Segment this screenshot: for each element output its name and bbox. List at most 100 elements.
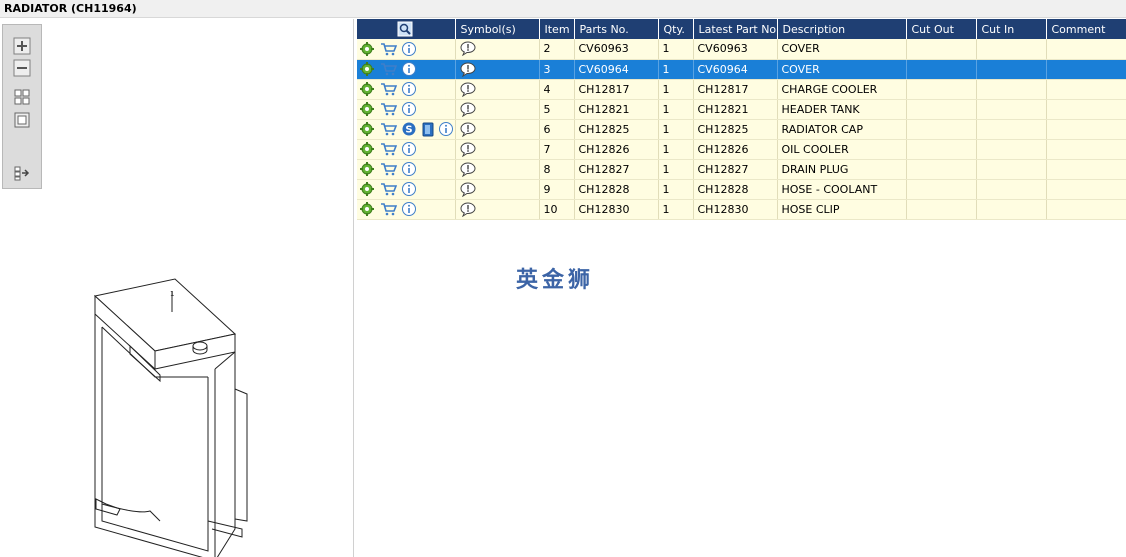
gear-icon[interactable] xyxy=(360,202,374,216)
cell-description: OIL COOLER xyxy=(777,139,907,160)
cell-parts-no[interactable]: CV60963 xyxy=(574,39,659,60)
header-item[interactable]: Item xyxy=(539,19,575,39)
header-comment[interactable]: Comment xyxy=(1046,19,1126,39)
cell-latest-part-no[interactable]: CH12825 xyxy=(693,119,778,140)
header-cut-out[interactable]: Cut Out xyxy=(906,19,977,39)
comment-bubble-icon[interactable] xyxy=(459,201,476,217)
cell-cut-out xyxy=(906,99,977,120)
table-row[interactable]: 9 CH12828 1 CH12828 HOSE - COOLANT xyxy=(357,179,1126,200)
cart-icon[interactable] xyxy=(380,162,397,176)
header-search[interactable] xyxy=(357,19,456,39)
info-icon[interactable] xyxy=(402,202,416,216)
cell-latest-part-no[interactable]: CH12828 xyxy=(693,179,778,200)
info-icon[interactable] xyxy=(402,82,416,96)
table-row[interactable]: S 6 CH12825 1 CH12825 RADIATOR CAP xyxy=(357,119,1126,140)
info-icon[interactable] xyxy=(402,142,416,156)
layout-toggle-icon[interactable] xyxy=(13,164,31,182)
table-row[interactable]: 5 CH12821 1 CH12821 HEADER TANK xyxy=(357,99,1126,120)
header-description[interactable]: Description xyxy=(777,19,907,39)
comment-bubble-icon[interactable] xyxy=(459,161,476,177)
info-icon[interactable] xyxy=(439,122,453,136)
cell-parts-no[interactable]: CH12828 xyxy=(574,179,659,200)
cart-icon[interactable] xyxy=(380,122,397,136)
callout-label: 1 xyxy=(170,290,174,298)
gear-icon[interactable] xyxy=(360,162,374,176)
table-row[interactable]: 7 CH12826 1 CH12826 OIL COOLER xyxy=(357,139,1126,160)
cell-latest-part-no[interactable]: CH12821 xyxy=(693,99,778,120)
cell-parts-no[interactable]: CH12826 xyxy=(574,139,659,160)
cell-parts-no[interactable]: CH12821 xyxy=(574,99,659,120)
cell-cut-out xyxy=(906,199,977,220)
row-symbols xyxy=(455,199,540,220)
gear-icon[interactable] xyxy=(360,82,374,96)
gear-icon[interactable] xyxy=(360,41,374,56)
info-icon[interactable] xyxy=(402,102,416,116)
document-icon[interactable] xyxy=(422,122,434,137)
gear-icon[interactable] xyxy=(360,102,374,116)
cart-icon[interactable] xyxy=(380,142,397,156)
comment-bubble-icon[interactable] xyxy=(459,141,476,157)
row-actions: S xyxy=(357,119,456,140)
cart-icon[interactable] xyxy=(380,202,397,216)
supersession-icon[interactable]: S xyxy=(402,122,416,136)
gear-icon[interactable] xyxy=(360,182,374,196)
comment-bubble-icon[interactable] xyxy=(459,181,476,197)
table-header-row: Symbol(s) Item Parts No. Qty. Latest Par… xyxy=(357,19,1126,39)
svg-text:S: S xyxy=(405,125,412,136)
header-parts-no[interactable]: Parts No. xyxy=(574,19,659,39)
info-icon[interactable] xyxy=(402,162,416,176)
comment-bubble-icon[interactable] xyxy=(459,41,476,57)
cell-qty: 1 xyxy=(658,99,694,120)
fit-window-icon[interactable] xyxy=(13,111,31,129)
comment-bubble-icon[interactable] xyxy=(459,121,476,137)
header-qty[interactable]: Qty. xyxy=(658,19,694,39)
comment-bubble-icon[interactable] xyxy=(459,81,476,97)
info-icon[interactable] xyxy=(402,182,416,196)
cell-parts-no[interactable]: CV60964 xyxy=(574,59,659,80)
cell-latest-part-no[interactable]: CV60964 xyxy=(693,59,778,80)
gear-icon[interactable] xyxy=(360,122,374,136)
cell-comment xyxy=(1046,99,1126,120)
table-row[interactable]: 4 CH12817 1 CH12817 CHARGE COOLER xyxy=(357,79,1126,100)
comment-bubble-icon[interactable] xyxy=(459,61,476,77)
comment-bubble-icon[interactable] xyxy=(459,101,476,117)
row-symbols xyxy=(455,59,540,80)
cart-icon[interactable] xyxy=(380,42,397,56)
zoom-out-icon[interactable] xyxy=(13,59,31,77)
table-row[interactable]: 10 CH12830 1 CH12830 HOSE CLIP xyxy=(357,199,1126,220)
zoom-in-icon[interactable] xyxy=(13,37,31,55)
cart-icon[interactable] xyxy=(380,62,397,76)
cell-latest-part-no[interactable]: CH12827 xyxy=(693,159,778,180)
header-symbols[interactable]: Symbol(s) xyxy=(455,19,540,39)
table-row[interactable]: 2 CV60963 1 CV60963 COVER xyxy=(357,39,1126,60)
cart-icon[interactable] xyxy=(380,182,397,196)
fit-all-icon[interactable] xyxy=(13,88,31,106)
drawing-pane[interactable]: 1 xyxy=(0,19,354,557)
cell-latest-part-no[interactable]: CH12817 xyxy=(693,79,778,100)
cell-parts-no[interactable]: CH12830 xyxy=(574,199,659,220)
info-icon[interactable] xyxy=(402,62,416,76)
cell-parts-no[interactable]: CH12817 xyxy=(574,79,659,100)
cell-item: 3 xyxy=(539,59,575,80)
header-latest-part-no[interactable]: Latest Part No. xyxy=(693,19,778,39)
radiator-drawing[interactable]: 1 xyxy=(60,259,260,557)
cell-qty: 1 xyxy=(658,179,694,200)
info-icon[interactable] xyxy=(402,41,416,56)
cell-latest-part-no[interactable]: CH12830 xyxy=(693,199,778,220)
cell-cut-in xyxy=(976,199,1047,220)
search-columns-icon[interactable] xyxy=(397,21,413,37)
cell-parts-no[interactable]: CH12827 xyxy=(574,159,659,180)
header-cut-in[interactable]: Cut In xyxy=(976,19,1047,39)
table-row[interactable]: 8 CH12827 1 CH12827 DRAIN PLUG xyxy=(357,159,1126,180)
cell-latest-part-no[interactable]: CH12826 xyxy=(693,139,778,160)
gear-icon[interactable] xyxy=(360,142,374,156)
cart-icon[interactable] xyxy=(380,102,397,116)
table-row[interactable]: 3 CV60964 1 CV60964 COVER xyxy=(357,59,1126,80)
viewer-toolbar xyxy=(2,24,42,189)
cell-cut-out xyxy=(906,119,977,140)
cart-icon[interactable] xyxy=(380,82,397,96)
cell-latest-part-no[interactable]: CV60963 xyxy=(693,39,778,60)
cell-cut-out xyxy=(906,159,977,180)
cell-parts-no[interactable]: CH12825 xyxy=(574,119,659,140)
gear-icon[interactable] xyxy=(360,62,374,76)
